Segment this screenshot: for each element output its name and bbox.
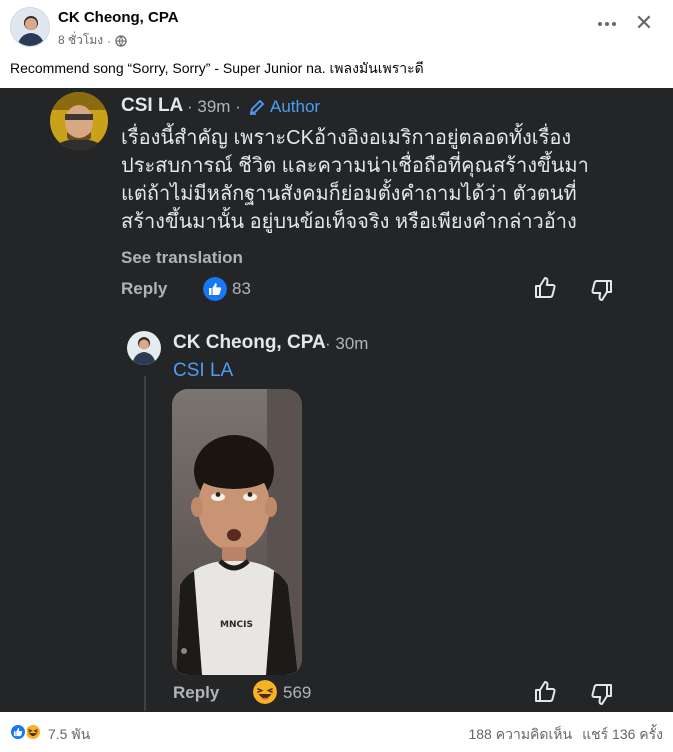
reply-mention: CSI LA [173,360,234,381]
embedded-screenshot[interactable]: CSI LA · 39m · Author เรื่องนี้สำคัญ เพร… [0,88,673,712]
comment-author-name: CSI LA [121,95,184,116]
more-options-button[interactable] [593,14,621,34]
dot-icon [612,22,616,26]
author-badge-label: Author [270,97,321,116]
see-translation-link: See translation [121,248,243,267]
comment-line: ประสบการณ์ ชีวิต และความน่าเชื่อถือที่คุ… [121,155,589,177]
comments-count-link[interactable]: 188 ความคิดเห็น [468,724,572,746]
post-reaction-count[interactable]: 7.5 พัน [48,724,90,746]
thumbs-up-icon [535,681,556,702]
comment-reaction-count: 83 [232,279,251,298]
comment-line: สร้างขึ้นมานั้น อยู่บนข้อเท็จจริง หรือเพ… [121,211,577,233]
thread-line [144,376,146,711]
post-caption: Recommend song “Sorry, Sorry” - Super Ju… [10,60,424,76]
reply-author-name: CK Cheong, CPA [173,332,326,353]
pencil-icon [249,99,265,115]
author-avatar[interactable] [10,7,50,47]
comment-reply-button: Reply [121,279,168,298]
like-icon [203,277,227,301]
dot-icon [605,22,609,26]
thumbs-down-icon [591,684,612,705]
post-meta: 8 ชั่วโมง · [58,31,127,50]
reply-reply-button: Reply [173,683,220,702]
comment-time: · 39m · [187,97,241,116]
photo-shirt-text: MNCIS [220,620,253,630]
post-engagement: 188 ความคิดเห็น แชร์ 136 ครั้ง [468,724,663,746]
close-icon[interactable]: ✕ [631,10,657,36]
replier-avatar [127,331,161,365]
commenter-avatar [50,92,108,150]
post-footer: 7.5 พัน 188 ความคิดเห็น แชร์ 136 ครั้ง [0,712,673,752]
post-time[interactable]: 8 ชั่วโมง [58,31,103,50]
post-header: CK Cheong, CPA 8 ชั่วโมง · ✕ [0,0,673,52]
comment-line: แต่ถ้าไม่มีหลักฐานสังคมก็ย่อมตั้งคำถามได… [121,183,577,205]
reply-reaction-count: 569 [283,683,312,702]
post-author-name[interactable]: CK Cheong, CPA [58,9,179,26]
haha-icon [253,680,277,704]
thumbs-down-icon [591,280,612,301]
globe-icon [115,34,127,47]
comment-body: เรื่องนี้สำคัญ เพราะCKอ้างอิงอเมริกาอยู่… [121,124,641,236]
shares-count-link[interactable]: แชร์ 136 ครั้ง [582,724,663,746]
comment-line: เรื่องนี้สำคัญ เพราะCKอ้างอิงอเมริกาอยู่… [121,127,572,149]
dot-icon [598,22,602,26]
like-icon[interactable] [9,723,27,741]
author-badge: Author [248,97,320,117]
reply-photo: MNCIS [172,389,302,675]
thumbs-up-icon [535,277,556,298]
reply-time: · 30m [325,334,369,353]
